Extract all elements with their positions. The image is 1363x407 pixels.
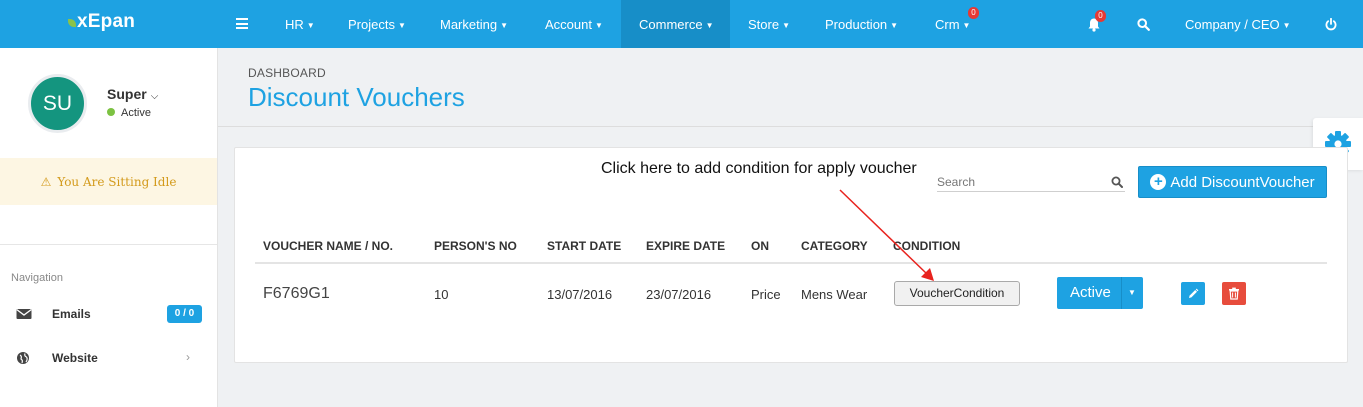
sidebar-item-label: Website (52, 351, 98, 365)
user-status-label: Active (121, 107, 151, 119)
user-name-menu[interactable]: Super ⌵ (107, 86, 158, 102)
search-field[interactable] (937, 172, 1125, 192)
nav-item-label: Account (545, 17, 592, 32)
column-header-on[interactable]: ON (751, 239, 769, 253)
voucher-condition-button[interactable]: VoucherCondition (894, 281, 1020, 306)
column-header-start-date[interactable]: START DATE (547, 239, 621, 253)
add-button-label: Add DiscountVoucher (1170, 173, 1315, 191)
nav-item-label: HR (285, 17, 304, 32)
crm-badge: 0 (968, 7, 979, 19)
notification-badge: 0 (1095, 10, 1106, 22)
column-header-voucher[interactable]: VOUCHER NAME / NO. (263, 239, 393, 253)
nav-item-store[interactable]: Store ▼ (730, 0, 808, 48)
caret-down-icon: ▼ (890, 21, 899, 30)
pencil-icon (1189, 288, 1199, 298)
header-divider (218, 126, 1363, 127)
search-button[interactable] (1133, 0, 1153, 48)
user-name: Super (107, 86, 147, 102)
caret-down-icon: ▼ (594, 21, 603, 30)
nav-item-hr[interactable]: HR ▼ (267, 0, 333, 48)
status-dropdown-button[interactable]: Active ▼ (1057, 277, 1143, 309)
top-navbar: xEpan HR ▼ Projects ▼ Marketing ▼ Account ▼ … (0, 0, 1363, 48)
annotation-text: Click here to add condition for apply vo… (601, 160, 917, 177)
notifications-button[interactable] (1082, 0, 1106, 48)
user-menu-label: Company / CEO (1185, 17, 1280, 32)
warning-icon: ⚠ (40, 174, 52, 189)
sidebar-item-website[interactable]: Website › (0, 348, 217, 370)
caret-down-icon: ▼ (397, 21, 406, 30)
cell-on: Price (751, 287, 781, 302)
chevron-right-icon: › (186, 350, 190, 364)
plus-circle-icon: + (1150, 174, 1167, 190)
emails-count-badge: 0 / 0 (167, 305, 202, 323)
nav-item-label: Marketing (440, 17, 498, 32)
caret-down-icon: ▼ (500, 21, 508, 30)
table-header-divider (255, 262, 1327, 264)
power-icon (1325, 17, 1337, 30)
status-dot-icon (107, 108, 115, 116)
delete-button[interactable] (1222, 282, 1246, 305)
app-logo-text: xEpan (77, 11, 136, 32)
leaf-icon (68, 19, 76, 27)
nav-item-crm[interactable]: Crm ▼ (917, 0, 988, 48)
idle-message: You Are Sitting Idle (57, 174, 177, 189)
nav-item-marketing[interactable]: Marketing ▼ (422, 0, 526, 48)
column-header-category[interactable]: CATEGORY (801, 239, 868, 253)
nav-item-label: Production (825, 17, 888, 32)
nav-item-label: Store (748, 17, 780, 32)
cell-start-date: 13/07/2016 (547, 287, 613, 302)
nav-item-commerce[interactable]: Commerce ▼ (621, 0, 730, 48)
column-header-expire-date[interactable]: EXPIRE DATE (646, 239, 725, 253)
nav-item-account[interactable]: Account ▼ (527, 0, 621, 48)
nav-item-production[interactable]: Production ▼ (807, 0, 916, 48)
sidebar-item-label: Emails (52, 307, 91, 321)
caret-down-icon: ▼ (1282, 21, 1291, 30)
user-status: Active (107, 107, 151, 119)
column-header-persons-no[interactable]: PERSON'S NO (434, 239, 517, 253)
trash-icon (1229, 287, 1239, 300)
edit-button[interactable] (1181, 282, 1205, 305)
sidebar-item-emails[interactable]: Emails 0 / 0 (0, 304, 217, 326)
search-icon (1136, 17, 1150, 31)
chevron-down-icon: ⌵ (150, 91, 159, 102)
nav-item-label: Projects (348, 17, 395, 32)
logout-button[interactable] (1321, 0, 1341, 48)
avatar[interactable]: SU (28, 74, 87, 133)
nav-item-projects[interactable]: Projects ▼ (330, 0, 424, 48)
cell-category: Mens Wear (801, 287, 868, 302)
app-logo[interactable]: xEpan (68, 11, 135, 33)
caret-down-icon: ▼ (782, 21, 790, 30)
search-icon[interactable] (1111, 176, 1123, 188)
caret-down-icon: ▼ (705, 21, 714, 30)
status-label: Active (1070, 284, 1111, 301)
globe-icon (17, 352, 29, 364)
search-input[interactable] (937, 172, 1107, 191)
split-divider (1121, 277, 1122, 309)
caret-down-icon[interactable]: ▼ (1128, 288, 1136, 297)
breadcrumb[interactable]: DASHBOARD (248, 66, 326, 80)
page-title: Discount Vouchers (248, 82, 465, 112)
cell-expire-date: 23/07/2016 (646, 287, 712, 302)
idle-alert: ⚠ You Are Sitting Idle (0, 158, 217, 205)
navigation-heading: Navigation (11, 272, 63, 284)
caret-down-icon: ▼ (962, 21, 971, 30)
sidebar: SU Super ⌵ Active ⚠ You Are Sitting Idle N… (0, 48, 218, 407)
add-discount-voucher-button[interactable]: + Add DiscountVoucher (1138, 166, 1327, 198)
column-header-condition[interactable]: CONDITION (893, 239, 960, 253)
nav-item-label: Crm (935, 17, 960, 32)
cell-persons-no: 10 (434, 287, 449, 302)
caret-down-icon: ▼ (306, 21, 315, 30)
envelope-icon (16, 309, 32, 319)
cell-voucher: F6769G1 (263, 285, 330, 302)
nav-item-label: Commerce (639, 17, 703, 32)
hamburger-menu-icon[interactable] (236, 18, 248, 29)
user-menu[interactable]: Company / CEO ▼ (1167, 0, 1309, 48)
sidebar-divider (0, 244, 217, 245)
